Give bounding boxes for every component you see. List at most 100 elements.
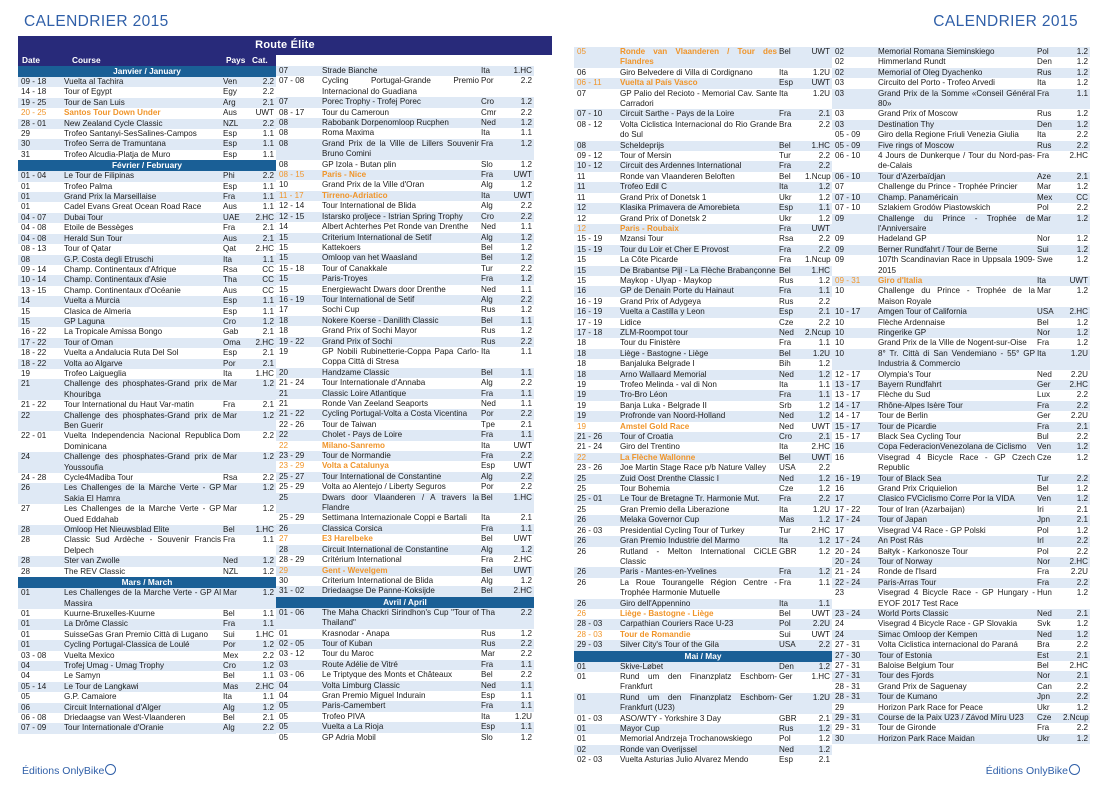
race-row[interactable]: 14 Vuelta a Murcia Esp 1.1 xyxy=(18,296,276,307)
race-row[interactable]: 20 - 24 Tour of Norway Nor 2.HC xyxy=(832,556,1090,568)
race-row[interactable]: 02 - 05 Tour of Kuban Rus 2.2 xyxy=(276,638,534,650)
race-row[interactable]: 13 - 15 Champ. Continentaux d'Océanie Aus C… xyxy=(18,286,276,296)
race-row[interactable]: 12 Grand Prix of Donetsk 2 Ukr 1.2 xyxy=(574,214,832,224)
race-row[interactable]: 22 Milano-Sanremo Ita UWT xyxy=(276,441,534,451)
race-row[interactable]: 28 The REV Classic NZL 1.2 xyxy=(18,567,276,577)
race-row[interactable]: 07 - 10 Szlakiem Grodów Piastowskich Pol 2.… xyxy=(832,203,1090,213)
race-row[interactable]: 10 Grand Prix de la Ville d'Oran Alg 1.2 xyxy=(276,180,534,190)
race-row[interactable]: 05 - 14 Le Tour de Langkawi Mas 2.HC xyxy=(18,681,276,693)
race-row[interactable]: 03 Grand Prix de la Somme «Conseil Généra… xyxy=(832,88,1090,110)
race-row[interactable]: 15 Omloop van het Waasland Bel 1.2 xyxy=(276,253,534,264)
race-row[interactable]: 26 Les Challenges de la Marche Verte - GP… xyxy=(18,483,276,505)
race-row[interactable]: 23 - 29 Volta a Catalunya Esp UWT xyxy=(276,461,534,471)
race-row[interactable]: 01 Cycling Portugal-Classica de Loulé Por 1… xyxy=(18,640,276,651)
race-row[interactable]: 25 Gran Premio della Liberazione Ita 1.2U xyxy=(574,505,832,515)
race-row[interactable]: 08 Roma Maxima Ita 1.1 xyxy=(276,128,534,138)
race-row[interactable]: 07 Strade Bianche Ita 1.HC xyxy=(276,66,534,77)
race-row[interactable]: 19 Tro-Bro Léon Fra 1.1 xyxy=(574,390,832,401)
race-row[interactable]: 15 Maykop - Ulyap - Maykop Rus 1.2 xyxy=(574,276,832,286)
race-row[interactable]: 13 - 17 Bayern Rundfahrt Ger 2.HC xyxy=(832,380,1090,391)
race-row[interactable]: 10 8° Tr. Città di San Vendemiano - 55° G… xyxy=(832,348,1090,370)
race-row[interactable]: 03 Grand Prix of Moscow Rus 1.2 xyxy=(832,109,1090,119)
race-row[interactable]: 27 Les Challenges de la Marche Verte - GP… xyxy=(18,504,276,525)
race-row[interactable]: 27 E3 Harelbeke Bel UWT xyxy=(276,534,534,544)
race-row[interactable]: 29 - 31 Tour de Gironde Fra 2.2 xyxy=(832,723,1090,733)
race-row[interactable]: 10 Flèche Ardennaise Bel 1.2 xyxy=(832,318,1090,328)
race-row[interactable]: 04 Gran Premio Miguel Indurain Esp 1.1 xyxy=(276,691,534,701)
race-row[interactable]: 21 Ronde Van Zeeland Seaports Ned 1.1 xyxy=(276,399,534,409)
race-row[interactable]: 01 Krasnodar - Anapa Rus 1.2 xyxy=(276,629,534,639)
race-row[interactable]: 06 Circuit International d'Alger Alg 1.2 xyxy=(18,702,276,713)
race-row[interactable]: 06 - 10 4 Jours de Dunkerque / Tour du No… xyxy=(832,151,1090,172)
race-row[interactable]: 15 Energiewacht Dwars door Drenthe Ned 1.1 xyxy=(276,285,534,295)
race-row[interactable]: 03 Route Adélie de Vitré Fra 1.1 xyxy=(276,659,534,671)
race-row[interactable]: 02 Himmerland Rundt Den 1.2 xyxy=(832,57,1090,67)
race-row[interactable]: 03 - 12 Tour du Maroc Mar 2.2 xyxy=(276,649,534,659)
race-row[interactable]: 28 - 01 New Zealand Cycle Classic NZL 2.2 xyxy=(18,118,276,130)
race-row[interactable]: 23 - 26 Joe Martin Stage Race p/b Nature … xyxy=(574,463,832,473)
race-row[interactable]: 16 - 19 Vuelta a Castilla y Leon Esp 2.1 xyxy=(574,307,832,318)
race-row[interactable]: 19 - 22 Grand Prix of Sochi Rus 2.2 xyxy=(276,336,534,347)
race-row[interactable]: 26 - 03 Presidential Cycling Tour of Turk… xyxy=(574,526,832,536)
race-row[interactable]: 11 Trofeo Edil C Ita 1.2 xyxy=(574,182,832,193)
race-row[interactable]: 06 - 08 Driedaagse van West-Vlaanderen Bel… xyxy=(18,713,276,723)
race-row[interactable]: 16 - 22 La Tropicale Amissa Bongo Gab 2.1 xyxy=(18,327,276,337)
race-row[interactable]: 11 - 17 Tirreno-Adriatico Ita UWT xyxy=(276,190,534,202)
race-row[interactable]: 19 - 25 Tour de San Luis Arg 2.1 xyxy=(18,97,276,109)
race-row[interactable]: 10 - 12 Circuit des Ardennes Internationa… xyxy=(574,161,832,172)
race-row[interactable]: 02 Memorial of Oleg Dyachenko Rus 1.2 xyxy=(832,67,1090,79)
race-row[interactable]: 28 Circuit International de Constantine Al… xyxy=(276,544,534,556)
race-row[interactable]: 09 Berner Rundfahrt / Tour de Berne Sui 1.2 xyxy=(832,244,1090,256)
race-row[interactable]: 15 Paris-Troyes Fra 1.2 xyxy=(276,274,534,285)
race-row[interactable]: 14 - 17 Rhône-Alpes Isère Tour Fra 2.2 xyxy=(832,400,1090,412)
race-row[interactable]: 26 Rutland - Melton International CiCLE C… xyxy=(574,547,832,568)
race-row[interactable]: 07 Porec Trophy - Trofej Porec Cro 1.2 xyxy=(276,97,534,108)
race-row[interactable]: 04 Volta Limburg Classic Ned 1.1 xyxy=(276,680,534,691)
race-row[interactable]: 14 - 18 Tour of Egypt Egy 2.2 xyxy=(18,87,276,97)
race-row[interactable]: 26 Liège - Bastogne - Liège Bel UWT xyxy=(574,609,832,619)
race-row[interactable]: 08 Scheldeprijs Bel 1.HC xyxy=(574,140,832,152)
race-row[interactable]: 18 Nokere Koerse - Danilith Classic Bel 1.1 xyxy=(276,315,534,327)
race-row[interactable]: 01 Skive-Løbet Den 1.2 xyxy=(574,661,832,672)
race-row[interactable]: 15 Clasica de Almeria Esp 1.1 xyxy=(18,307,276,317)
race-row[interactable]: 13 - 17 Flèche du Sud Lux 2.2 xyxy=(832,390,1090,400)
race-row[interactable]: 16 GP de Denain Porte du Hainaut Fra 1.1 xyxy=(574,286,832,297)
race-row[interactable]: 22 - 26 Tour de Taiwan Tpe 2.1 xyxy=(276,420,534,430)
race-row[interactable]: 25 - 29 Settimana Internazionale Coppi e … xyxy=(276,513,534,523)
race-row[interactable]: 28 - 31 Tour de Kumano Jpn 2.2 xyxy=(832,692,1090,703)
race-row[interactable]: 05 - 09 Giro della Regione Friuli Venezia… xyxy=(832,130,1090,140)
race-row[interactable]: 29 Gent - Wevelgem Bel UWT xyxy=(276,565,534,576)
race-row[interactable]: 15 Criterium International de Setif Alg 1.2 xyxy=(276,232,534,243)
race-row[interactable]: 09 - 18 Vuelta al Tachira Ven 2.2 xyxy=(18,77,276,88)
race-row[interactable]: 05 Ronde van Vlaanderen / Tour des Flandr… xyxy=(574,47,832,68)
race-row[interactable]: 30 Trofeo Serra de Tramuntana Esp 1.1 xyxy=(18,139,276,150)
race-row[interactable]: 18 - 22 Volta ao Algarve Por 2.1 xyxy=(18,358,276,369)
race-row[interactable]: 21 - 24 Giro del Trentino Ita 2.HC xyxy=(574,442,832,452)
race-row[interactable]: 01 Cadel Evans Great Ocean Road Race Aus 1.… xyxy=(18,202,276,212)
race-row[interactable]: 27 - 31 Tour des Fjords Nor 2.1 xyxy=(832,671,1090,682)
race-row[interactable]: 18 Liège - Bastogne - Liège Bel 1.2U xyxy=(574,348,832,360)
race-row[interactable]: 16 Grand Prix Criquielion Bel 1.2 xyxy=(832,484,1090,494)
race-row[interactable]: 25 - 27 Tour International de Constantine… xyxy=(276,471,534,483)
race-row[interactable]: 17 - 24 Tour of Japan Jpn 2.1 xyxy=(832,515,1090,526)
race-row[interactable]: 23 - 24 World Ports Classic Ned 2.1 xyxy=(832,608,1090,620)
race-row[interactable]: 06 - 10 Tour d'Azerbaïdjan Aze 2.1 xyxy=(832,171,1090,183)
race-row[interactable]: 08 Grand Prix de la Ville de Lillers Souv… xyxy=(276,138,534,160)
race-row[interactable]: 09 - 31 Giro d'Italia Ita UWT xyxy=(832,275,1090,287)
race-row[interactable]: 25 Zuid Oost Drenthe Classic I Ned 1.2 xyxy=(574,473,832,485)
race-row[interactable]: 04 - 08 Herald Sun Tour Aus 2.1 xyxy=(18,233,276,245)
race-row[interactable]: 08 - 13 Tour of Qatar Qat 2.HC xyxy=(18,244,276,254)
race-row[interactable]: 07 - 08 Cycling Portugal-Grande Premio In… xyxy=(276,76,534,97)
race-row[interactable]: 24 Challenge des phosphates-Grand prix de… xyxy=(18,452,276,474)
race-row[interactable]: 15 GP Laguna Cro 1.2 xyxy=(18,316,276,328)
race-row[interactable]: 11 Ronde van Vlaanderen Beloften Bel 1.Ncup xyxy=(574,172,832,182)
race-row[interactable]: 01 Mayor Cup Rus 1.2 xyxy=(574,724,832,735)
race-row[interactable]: 08 G.P. Costa degli Etruschi Ita 1.1 xyxy=(18,254,276,265)
race-row[interactable]: 15 La Côte Picarde Fra 1.Ncup xyxy=(574,255,832,265)
race-row[interactable]: 22 - 01 Vuelta Independencia Nacional Rep… xyxy=(18,431,276,452)
race-row[interactable]: 21 - 26 Tour of Croatia Cro 2.1 xyxy=(574,432,832,443)
race-row[interactable]: 07 - 10 Circuit Sarthe - Pays de la Loire… xyxy=(574,109,832,120)
race-row[interactable]: 07 - 09 Tour Internationale d'Oranie Alg 2.… xyxy=(18,723,276,734)
race-row[interactable]: 08 - 15 Paris - Nice Fra UWT xyxy=(276,170,534,181)
race-row[interactable]: 30 Horizon Park Race Maidan Ukr 1.2 xyxy=(832,733,1090,745)
